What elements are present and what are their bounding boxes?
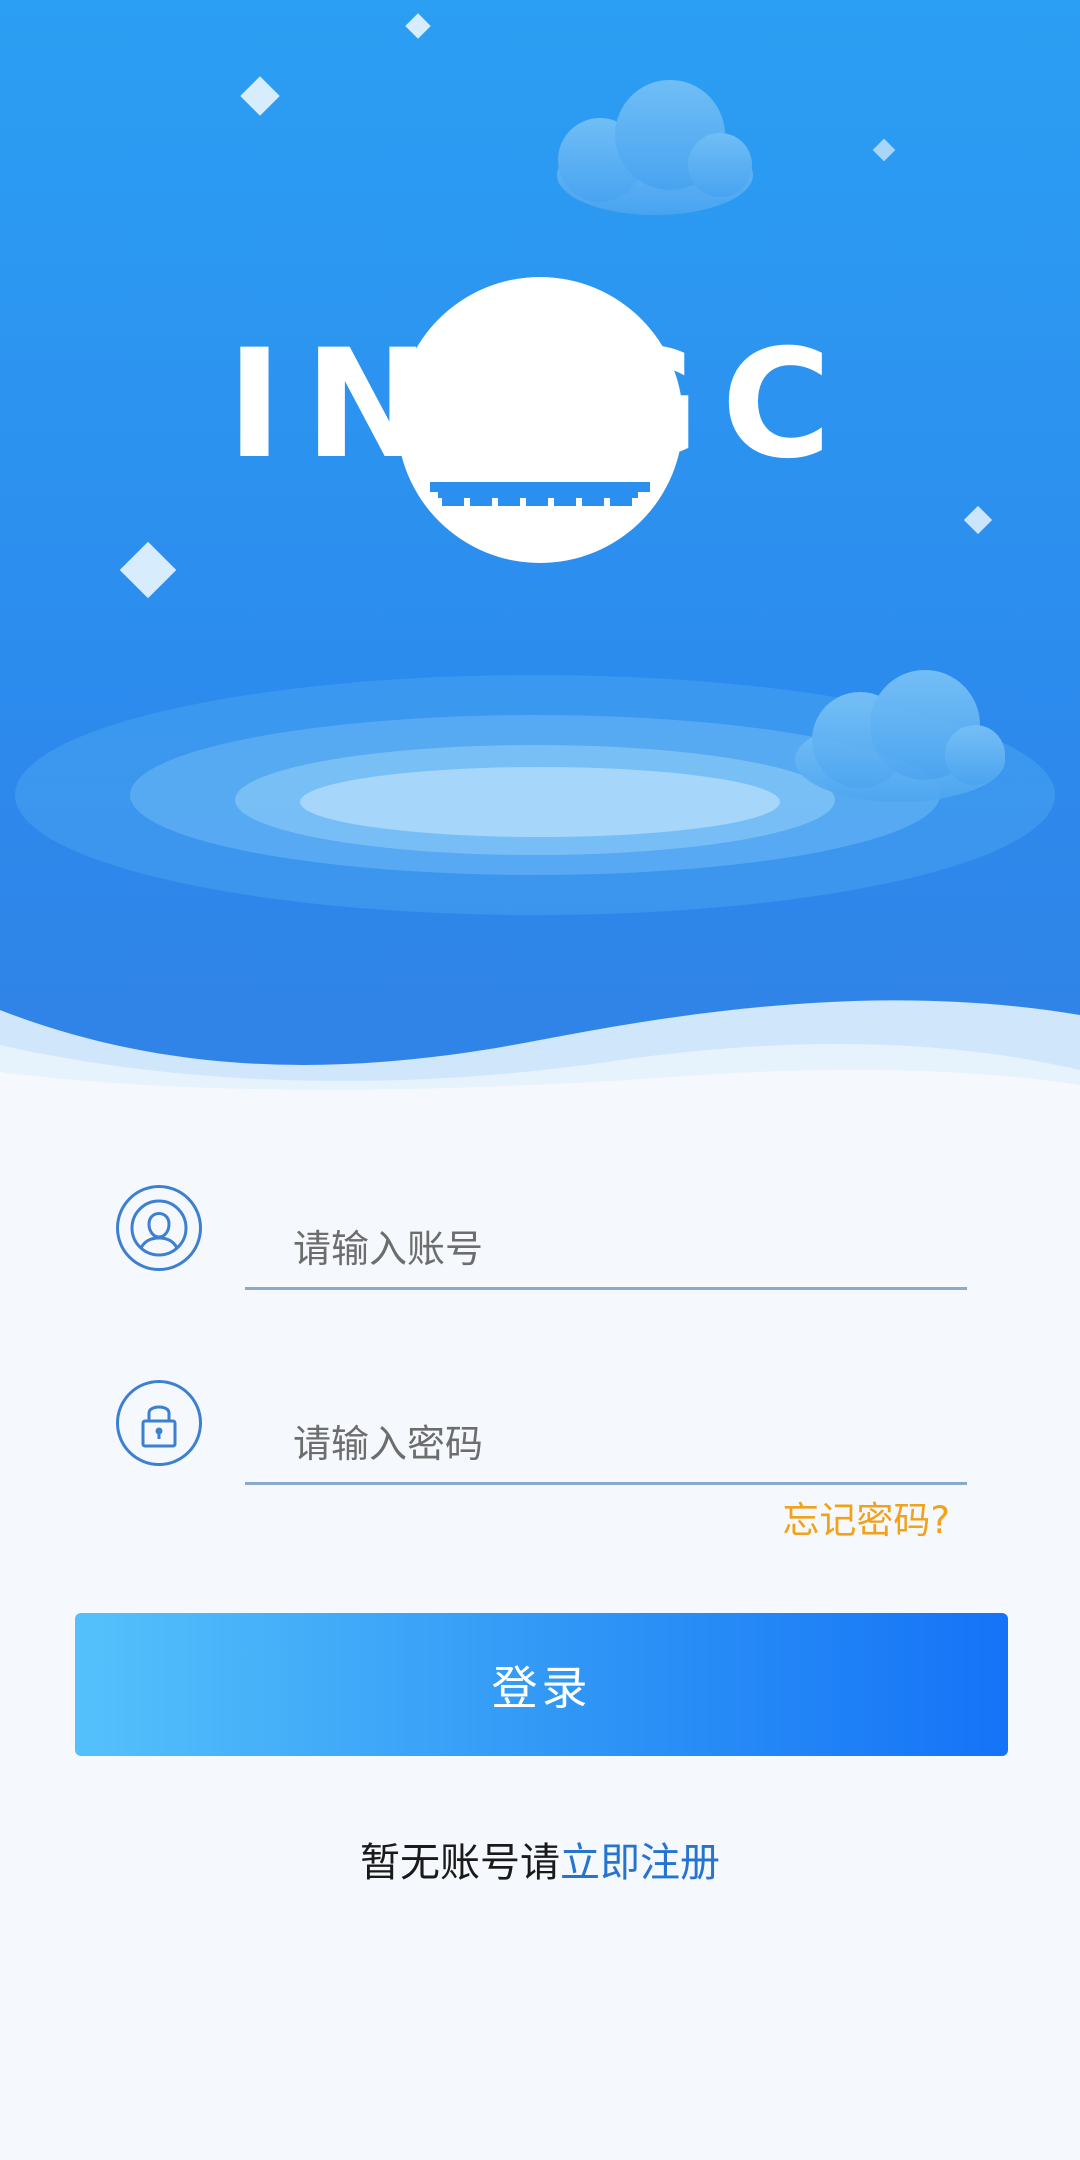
- login-screen: INTGC 忘记密码? 登录 暂无账号请立即注册: [0, 0, 1080, 2160]
- account-input[interactable]: [245, 1210, 967, 1290]
- register-prompt-text: 暂无账号请: [360, 1840, 560, 1886]
- login-button[interactable]: 登录: [75, 1613, 1008, 1756]
- logo-text: INTGC: [226, 318, 854, 492]
- lock-icon: [116, 1380, 202, 1466]
- forgot-password-link[interactable]: 忘记密码?: [782, 1490, 950, 1544]
- register-prompt: 暂无账号请立即注册: [0, 1830, 1080, 1888]
- app-logo: INTGC: [220, 270, 860, 570]
- register-link[interactable]: 立即注册: [560, 1840, 720, 1886]
- user-icon: [116, 1185, 202, 1271]
- password-input[interactable]: [245, 1405, 967, 1485]
